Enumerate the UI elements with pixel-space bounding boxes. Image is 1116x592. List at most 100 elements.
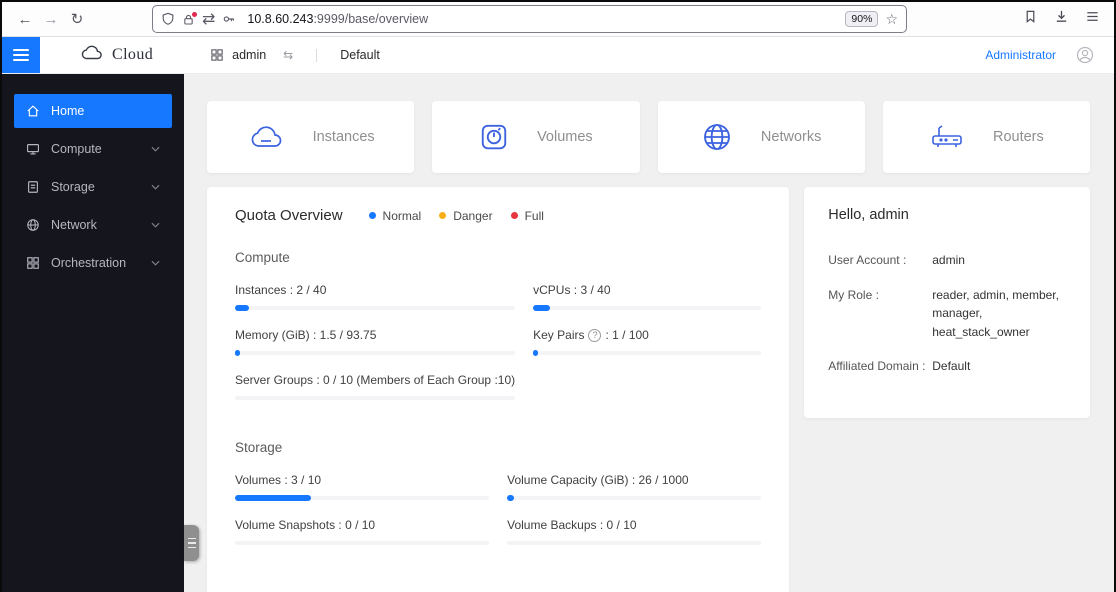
progress-track bbox=[533, 350, 762, 356]
network-icon bbox=[26, 218, 40, 232]
card-label: Networks bbox=[760, 129, 822, 145]
storage-icon bbox=[26, 180, 40, 194]
browser-chrome: ← → ↻ ⇄ 10.8.60.243:9999/base/overview 9… bbox=[2, 2, 1114, 37]
quota-item-volumes: Volumes : 3 / 10 bbox=[235, 473, 490, 501]
card-label: Routers bbox=[992, 129, 1044, 145]
brand-logo[interactable]: Cloud bbox=[80, 44, 153, 66]
chevron-down-icon bbox=[151, 222, 160, 228]
progress-fill bbox=[533, 350, 539, 356]
url-bar[interactable]: ⇄ 10.8.60.243:9999/base/overview 90% ☆ bbox=[152, 5, 907, 33]
quota-legend: Normal Danger Full bbox=[368, 209, 544, 223]
sidebar-toggle-button[interactable] bbox=[2, 37, 40, 73]
full-dot bbox=[510, 212, 518, 219]
shield-icon[interactable] bbox=[161, 12, 175, 26]
project-selector[interactable]: admin ⇆ Default bbox=[211, 48, 380, 62]
progress-fill bbox=[235, 350, 240, 356]
url-path: :9999/base/overview bbox=[313, 12, 429, 26]
volumes-icon bbox=[479, 122, 509, 152]
sidebar-item-label: Network bbox=[51, 218, 97, 232]
forward-button[interactable]: → bbox=[38, 11, 64, 28]
blocked-badge bbox=[192, 11, 197, 17]
quota-item-volume-capacity: Volume Capacity (GiB) : 26 / 1000 bbox=[507, 473, 762, 501]
instances-icon bbox=[247, 123, 285, 151]
legend-normal: Normal bbox=[368, 209, 421, 223]
progress-track bbox=[235, 495, 490, 501]
sidebar-item-network[interactable]: Network bbox=[14, 208, 172, 242]
zoom-badge[interactable]: 90% bbox=[845, 11, 879, 27]
legend-danger: Danger bbox=[439, 209, 493, 223]
progress-fill bbox=[507, 495, 514, 501]
home-icon bbox=[26, 104, 40, 118]
sidebar-item-label: Home bbox=[51, 104, 85, 118]
administrator-link[interactable]: Administrator bbox=[985, 48, 1056, 62]
progress-track bbox=[507, 495, 762, 501]
chevron-down-icon bbox=[151, 184, 160, 190]
quota-item-memory: Memory (GiB) : 1.5 / 93.75 bbox=[235, 328, 516, 356]
url-host: 10.8.60.243 bbox=[247, 12, 314, 26]
sidebar-item-home[interactable]: Home bbox=[14, 94, 172, 128]
legend-full: Full bbox=[510, 209, 544, 223]
account-row-role: My Role : reader, admin, member, manager… bbox=[828, 287, 1059, 339]
progress-track bbox=[533, 305, 762, 311]
translate-icon[interactable]: ⇄ bbox=[202, 9, 215, 29]
normal-dot bbox=[368, 212, 376, 219]
permissions-icon[interactable] bbox=[182, 11, 197, 26]
region-name: Default bbox=[340, 48, 380, 62]
progress-fill bbox=[533, 305, 551, 311]
sidebar-item-compute[interactable]: Compute bbox=[14, 132, 172, 166]
bookmarks-icon[interactable] bbox=[1023, 9, 1038, 29]
quota-item-server-groups: Server Groups : 0 / 10 (Members of Each … bbox=[235, 373, 516, 400]
routers-card[interactable]: Routers bbox=[882, 101, 1090, 173]
url-text[interactable]: 10.8.60.243:9999/base/overview bbox=[247, 12, 838, 26]
sidebar: Home Compute Storage Network Orchestrati… bbox=[2, 74, 184, 592]
project-grid-icon bbox=[211, 49, 223, 61]
compute-section-title: Compute bbox=[235, 250, 290, 265]
console-toggle-handle[interactable] bbox=[184, 525, 199, 561]
volumes-card[interactable]: Volumes bbox=[432, 101, 640, 173]
progress-track bbox=[235, 305, 516, 311]
user-avatar-icon[interactable] bbox=[1076, 46, 1094, 64]
routers-icon bbox=[929, 123, 965, 151]
progress-fill bbox=[235, 495, 312, 501]
reload-button[interactable]: ↻ bbox=[64, 10, 90, 28]
brand-name: Cloud bbox=[112, 46, 154, 63]
menu-icon[interactable] bbox=[1085, 9, 1100, 29]
sidebar-item-label: Orchestration bbox=[51, 256, 127, 270]
networks-card[interactable]: Networks bbox=[657, 101, 865, 173]
card-label: Volumes bbox=[537, 129, 593, 145]
compute-icon bbox=[26, 142, 40, 156]
bookmark-star-icon[interactable]: ☆ bbox=[885, 11, 898, 28]
quota-item-vcpus: vCPUs : 3 / 40 bbox=[533, 283, 762, 311]
main-content: Instances Volumes Networks Routers Quota… bbox=[184, 74, 1114, 592]
app-header: Cloud admin ⇆ Default Administrator bbox=[2, 37, 1114, 74]
danger-dot bbox=[439, 212, 447, 219]
chevron-down-icon bbox=[151, 146, 160, 152]
downloads-icon[interactable] bbox=[1054, 9, 1069, 29]
sidebar-item-storage[interactable]: Storage bbox=[14, 170, 172, 204]
back-button[interactable]: ← bbox=[12, 11, 38, 28]
key-icon[interactable] bbox=[222, 12, 236, 26]
account-card: Hello, admin User Account : admin My Rol… bbox=[804, 187, 1090, 418]
quota-item-volume-backups: Volume Backups : 0 / 10 bbox=[507, 518, 762, 545]
quota-item-volume-snapshots: Volume Snapshots : 0 / 10 bbox=[235, 518, 490, 545]
quota-title: Quota Overview bbox=[235, 207, 343, 224]
sidebar-item-label: Storage bbox=[51, 180, 95, 194]
project-name: admin bbox=[232, 48, 267, 62]
progress-track bbox=[235, 350, 516, 356]
divider bbox=[316, 48, 318, 62]
greeting: Hello, admin bbox=[828, 207, 909, 223]
storage-section-title: Storage bbox=[235, 440, 283, 455]
switch-project-icon[interactable]: ⇆ bbox=[283, 48, 293, 62]
chevron-down-icon bbox=[151, 260, 160, 266]
sidebar-item-orchestration[interactable]: Orchestration bbox=[14, 246, 172, 280]
instances-card[interactable]: Instances bbox=[207, 101, 415, 173]
progress-track bbox=[235, 396, 516, 400]
quota-overview-card: Quota Overview Normal Danger Full Comput… bbox=[207, 187, 790, 592]
progress-track bbox=[507, 541, 762, 545]
cloud-logo-icon bbox=[80, 44, 104, 66]
networks-icon bbox=[701, 121, 733, 153]
account-row-domain: Affiliated Domain : Default bbox=[828, 359, 971, 374]
progress-fill bbox=[235, 305, 249, 311]
orchestration-icon bbox=[26, 256, 40, 270]
help-icon[interactable] bbox=[588, 328, 602, 342]
